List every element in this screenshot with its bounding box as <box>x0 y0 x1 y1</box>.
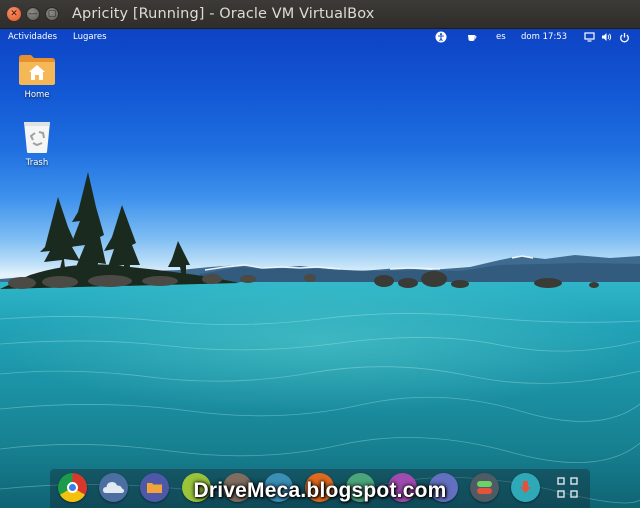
power-icon[interactable] <box>618 31 630 43</box>
accessibility-icon[interactable] <box>435 31 447 43</box>
desktop-icon-trash[interactable]: Trash <box>7 120 67 168</box>
window-controls: ✕ — ▢ <box>7 7 59 21</box>
language-indicator[interactable]: es <box>496 31 506 43</box>
wallpaper-trees <box>0 172 316 289</box>
trash-icon <box>24 122 50 153</box>
places-menu[interactable]: Lugares <box>73 31 107 43</box>
coffee-cup-icon[interactable] <box>466 31 478 43</box>
maximize-button[interactable]: ▢ <box>45 7 59 21</box>
close-button[interactable]: ✕ <box>7 7 21 21</box>
guest-desktop[interactable]: Actividades Lugares es dom 17:53 Home Tr… <box>0 29 640 508</box>
volume-icon[interactable] <box>600 31 612 43</box>
top-panel: Actividades Lugares es dom 17:53 <box>0 29 640 45</box>
wallpaper-rocks <box>374 271 599 288</box>
minimize-button[interactable]: — <box>26 7 40 21</box>
window-title: Apricity [Running] - Oracle VM VirtualBo… <box>72 6 375 22</box>
desktop-icon-home[interactable]: Home <box>7 53 67 100</box>
window-titlebar: ✕ — ▢ Apricity [Running] - Oracle VM Vir… <box>0 0 640 29</box>
watermark-text: DriveMeca.blogspot.com <box>193 479 447 502</box>
clock[interactable]: dom 17:53 <box>521 31 567 43</box>
desktop-icon-label: Trash <box>25 158 49 168</box>
home-folder-icon <box>19 55 55 85</box>
screen-icon[interactable] <box>583 31 595 43</box>
desktop-icon-label: Home <box>24 90 50 100</box>
activities-button[interactable]: Actividades <box>8 31 57 43</box>
